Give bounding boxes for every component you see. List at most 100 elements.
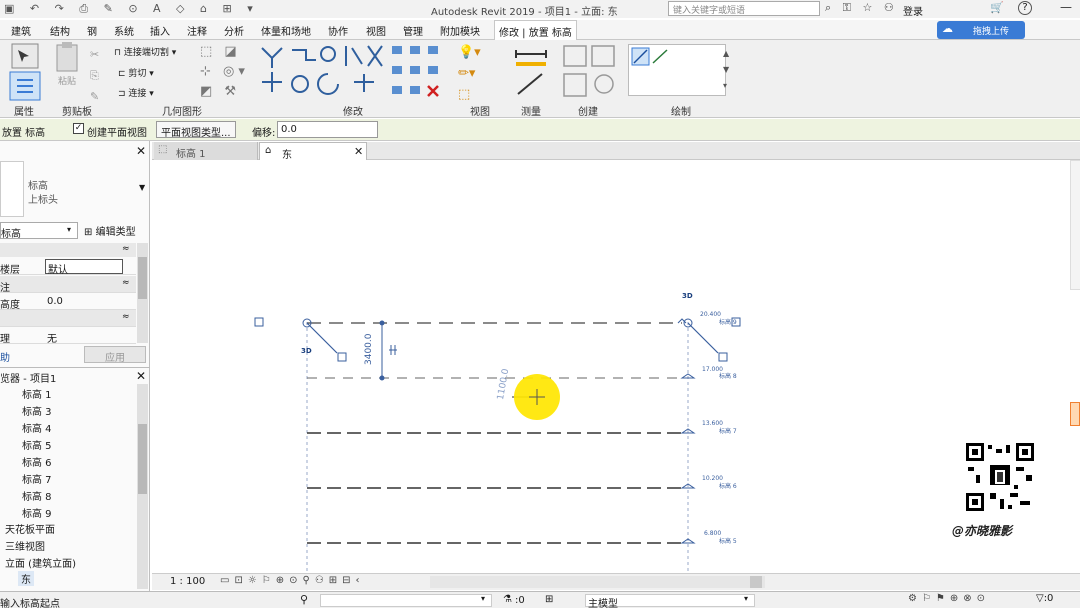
geometry-tool-icons[interactable]: ⬚ ◪ ⊹ ◎▾ ◩ ⚒ xyxy=(200,42,249,102)
login-link[interactable]: 登录 xyxy=(903,3,923,18)
drawing-canvas[interactable]: 3D 3D 3400.0 1100.0 20.400 标高 9 17.000 标… xyxy=(152,160,1080,573)
level-name[interactable]: 标高 7 xyxy=(719,426,737,435)
filter-funnel-icon[interactable]: ▽:0 xyxy=(1036,593,1053,604)
tab-structure[interactable]: 结构 xyxy=(50,23,70,38)
create-icons[interactable] xyxy=(560,42,620,100)
join-button[interactable]: ⊐ 连接 ▾ xyxy=(118,86,154,99)
browser-item-elevations[interactable]: 立面 (建筑立面) xyxy=(5,555,76,570)
tab-insert[interactable]: 插入 xyxy=(150,23,170,38)
level-name[interactable]: 标高 9 xyxy=(719,317,737,326)
browser-item-3d[interactable]: 三维视图 xyxy=(5,538,45,553)
create-plan-label: 创建平面视图 xyxy=(87,128,147,139)
navigation-bar[interactable] xyxy=(1070,160,1080,290)
join-cut-button[interactable]: ⊓ 连接端切割 ▾ xyxy=(114,45,176,58)
design-option-select[interactable]: 主模型 ▾ xyxy=(585,594,755,610)
tab-close-icon[interactable]: ✕ xyxy=(354,145,363,158)
modify-select-icon[interactable] xyxy=(8,42,42,102)
elevation-drawing[interactable] xyxy=(152,160,1080,573)
align-tools-icons[interactable] xyxy=(390,44,450,100)
search-input[interactable]: 键入关键字或短语 xyxy=(668,1,820,16)
browser-item-level[interactable]: 标高 5 xyxy=(22,437,52,452)
apply-button[interactable]: 应用 xyxy=(84,346,146,364)
view-scale[interactable]: 1 : 100 xyxy=(170,576,205,587)
tab-modify-place-level[interactable]: 修改 | 放置 标高 xyxy=(494,20,577,40)
create-plan-checkbox[interactable]: ✓ xyxy=(73,123,84,134)
view-crop-handle[interactable] xyxy=(254,317,264,327)
level-name[interactable]: 标高 6 xyxy=(719,481,737,490)
tab-annotate[interactable]: 注释 xyxy=(187,23,207,38)
cut-button[interactable]: ⊏ 剪切 ▾ xyxy=(118,66,154,79)
infocenter-icons[interactable]: ⌕ ⚿ ☆ ⚇ xyxy=(825,1,898,15)
plan-type-button[interactable]: 平面视图类型... xyxy=(156,121,236,139)
help-icon[interactable]: ? xyxy=(1018,1,1032,15)
type-preview xyxy=(0,161,24,217)
browser-item-level[interactable]: 标高 4 xyxy=(22,420,52,435)
properties-help-link[interactable]: 助 xyxy=(0,349,10,364)
tab-view[interactable]: 视图 xyxy=(366,23,386,38)
view-control-bar: 1 : 100 ▭⊡☼⚐⊕⊙⚲⚇⊞⊟‹ xyxy=(152,573,1080,590)
property-value-field[interactable]: 默认 xyxy=(45,259,123,276)
dimension-value[interactable]: 3400.0 xyxy=(364,334,374,366)
view-tool-icons[interactable]: 💡▾ ✏▾ ⬚ xyxy=(458,42,481,105)
tab-systems[interactable]: 系统 xyxy=(114,23,134,38)
browser-close-icon[interactable]: ✕ xyxy=(136,369,146,383)
view-tab-east[interactable]: ⌂ 东 ✕ xyxy=(259,142,367,161)
quick-access-toolbar[interactable]: ▣ ↶ ↷ ⎙ ✎ ⊙ A ◇ ⌂ ⊞ ▾ xyxy=(4,2,259,16)
modify-tools-icons[interactable] xyxy=(258,42,388,102)
measure-icons[interactable] xyxy=(512,44,552,100)
design-options-icon[interactable]: ⊞ xyxy=(545,594,553,605)
view-tab-level1[interactable]: ⬚ 标高 1 xyxy=(154,142,258,160)
tab-massing[interactable]: 体量和场地 xyxy=(261,23,311,38)
tab-analyze[interactable]: 分析 xyxy=(224,23,244,38)
level-name[interactable]: 标高 5 xyxy=(719,536,737,545)
browser-item-level[interactable]: 标高 3 xyxy=(22,403,52,418)
edit-type-button[interactable]: ⊞ 编辑类型 xyxy=(84,223,136,238)
status-bar: 输入标高起点 ⚲ ▾ ⚗ :0 ⊞ 主模型 ▾ ⚙⚐⚑⊕⊗⊙ ▽:0 xyxy=(0,591,1080,610)
browser-scrollbar[interactable] xyxy=(137,384,148,589)
level-name[interactable]: 标高 8 xyxy=(719,371,737,380)
browser-item-level[interactable]: 标高 9 xyxy=(22,505,52,520)
cart-icon[interactable]: 🛒 xyxy=(990,1,1004,14)
browser-item-level[interactable]: 标高 6 xyxy=(22,454,52,469)
side-badge xyxy=(1070,402,1080,426)
horizontal-scrollbar[interactable] xyxy=(430,576,765,588)
workset-select[interactable]: ▾ xyxy=(320,594,492,607)
tab-steel[interactable]: 钢 xyxy=(87,23,97,38)
browser-item-east[interactable]: 东 xyxy=(18,571,34,586)
property-row: 楼层 默认 xyxy=(0,258,136,276)
tab-architecture[interactable]: 建筑 xyxy=(11,23,31,38)
filter-icon[interactable]: ⚗ xyxy=(503,594,512,605)
offset-input[interactable]: 0.0 xyxy=(277,121,378,138)
options-bar: 放置 标高 ✓ 创建平面视图 平面视图类型... 偏移: 0.0 xyxy=(0,119,1080,141)
tab-manage[interactable]: 管理 xyxy=(403,23,423,38)
type-selector-dropdown[interactable]: ▼ xyxy=(139,183,145,192)
level-elevation: 20.400 xyxy=(700,311,721,318)
view-control-icons[interactable]: ▭⊡☼⚐⊕⊙⚲⚇⊞⊟‹ xyxy=(220,575,365,586)
property-value-field[interactable]: 无 xyxy=(47,330,57,345)
ribbon-tabs: 建筑 结构 钢 系统 插入 注释 分析 体量和场地 协作 视图 管理 附加模块 … xyxy=(0,20,1080,40)
upload-button[interactable]: ☁ 拖拽上传 xyxy=(937,21,1025,39)
lock-icon[interactable] xyxy=(337,352,347,362)
lock-icon[interactable] xyxy=(718,352,728,362)
property-value-field[interactable]: 0.0 xyxy=(47,296,63,307)
properties-section-header[interactable]: ≈ xyxy=(0,243,136,257)
tab-collaborate[interactable]: 协作 xyxy=(328,23,348,38)
browser-item-level[interactable]: 标高 8 xyxy=(22,488,52,503)
clipboard-small-icons[interactable]: ✂ ⎘ ✎ xyxy=(90,44,99,107)
scrollbar-thumb[interactable] xyxy=(750,576,762,588)
properties-close-icon[interactable]: ✕ xyxy=(136,144,146,158)
type-subname: 上标头 xyxy=(28,195,58,206)
group-geometry: 几何图形 xyxy=(162,107,202,118)
draw-line-icon[interactable] xyxy=(631,47,671,67)
instance-filter-select[interactable]: 标高 ▾ xyxy=(0,222,78,240)
browser-item-level[interactable]: 标高 7 xyxy=(22,471,52,486)
tab-addins[interactable]: 附加模块 xyxy=(440,23,480,38)
gallery-scroll[interactable]: ▲ ▼ ▾ xyxy=(723,46,729,94)
workset-icon[interactable]: ⚲ xyxy=(300,593,308,606)
draw-gallery[interactable] xyxy=(628,44,726,96)
properties-scrollbar[interactable] xyxy=(137,243,148,343)
selection-option-icons[interactable]: ⚙⚐⚑⊕⊗⊙ xyxy=(908,593,990,604)
minimize-icon[interactable]: — xyxy=(1060,0,1072,14)
browser-item-level[interactable]: 标高 1 xyxy=(22,386,52,401)
browser-item-ceiling[interactable]: 天花板平面 xyxy=(5,521,55,536)
